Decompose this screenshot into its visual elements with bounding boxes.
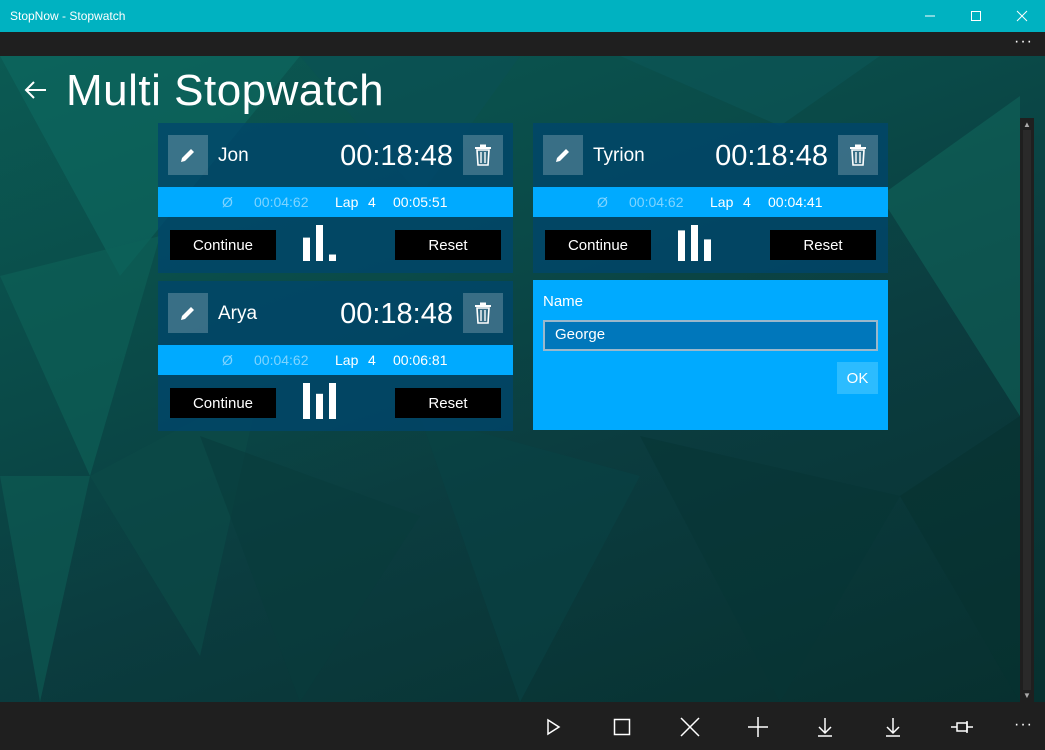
current-lap-time: 00:06:81 (393, 352, 448, 368)
scroll-down-icon[interactable]: ▼ (1023, 691, 1031, 700)
lap-info-bar: Ø 00:04:62 Lap 4 00:05:51 (158, 187, 513, 217)
lap-label: Lap (710, 194, 734, 210)
pencil-icon (181, 149, 194, 162)
add-icon (748, 717, 768, 737)
download-icon (818, 718, 832, 737)
lap-bar (678, 230, 685, 261)
pencil-icon (181, 307, 194, 320)
page-title: Multi Stopwatch (66, 66, 385, 115)
delete-button[interactable] (838, 135, 878, 175)
name-input[interactable]: George (543, 320, 878, 351)
lap-label: Lap (335, 194, 359, 210)
add-stopwatch-button[interactable] (745, 714, 771, 740)
close-icon (680, 717, 700, 737)
lap-chart-icon[interactable] (301, 381, 341, 421)
maximize-icon (971, 11, 981, 21)
page-header: Multi Stopwatch (0, 56, 1020, 122)
maximize-button[interactable] (953, 0, 999, 32)
continue-button[interactable]: Continue (545, 230, 651, 260)
lap-bar (303, 237, 310, 261)
stopwatch-card: Arya 00:18:48 Ø 00:04:62 Lap 4 00:06:81 … (158, 281, 513, 431)
delete-button[interactable] (463, 293, 503, 333)
lap-bar (704, 239, 711, 261)
stop-all-button[interactable] (609, 714, 635, 740)
pin-icon (951, 721, 973, 733)
background-pattern (0, 56, 1020, 702)
trash-icon (475, 144, 491, 166)
pin-button[interactable] (949, 714, 975, 740)
main-content: Multi Stopwatch Jon 00:18:48 Ø 00:04:62 … (0, 56, 1045, 702)
average-icon: Ø (222, 352, 233, 368)
export-button[interactable] (880, 714, 906, 740)
average-lap-time: 00:04:62 (254, 194, 309, 210)
lap-bar (303, 383, 310, 419)
lap-label: Lap (335, 352, 359, 368)
download-icon (886, 718, 900, 737)
rename-panel: Name George OK (533, 280, 888, 430)
trash-icon (850, 144, 866, 166)
lap-number: 4 (743, 194, 751, 210)
close-window-button[interactable] (999, 0, 1045, 32)
minimize-icon (925, 15, 935, 17)
lap-bar (316, 225, 323, 261)
stopwatch-name: Tyrion (593, 145, 645, 166)
card-header: Jon 00:18:48 (158, 123, 513, 187)
lap-bar (691, 225, 698, 261)
average-lap-time: 00:04:62 (629, 194, 684, 210)
lap-number: 4 (368, 352, 376, 368)
scroll-up-icon[interactable]: ▲ (1023, 120, 1031, 129)
vertical-scrollbar[interactable]: ▲ ▼ (1020, 118, 1034, 702)
stopwatch-name: Arya (218, 303, 258, 324)
current-lap-time: 00:04:41 (768, 194, 823, 210)
lap-number: 4 (368, 194, 376, 210)
delete-button[interactable] (463, 135, 503, 175)
window-title: StopNow - Stopwatch (10, 9, 126, 23)
card-header: Tyrion 00:18:48 (533, 123, 888, 187)
stopwatch-time: 00:18:48 (715, 140, 828, 172)
edit-name-button[interactable] (168, 293, 208, 333)
top-command-bar: ··· (0, 32, 1045, 56)
lap-info-bar: Ø 00:04:62 Lap 4 00:04:41 (533, 187, 888, 217)
card-header: Arya 00:18:48 (158, 281, 513, 345)
stop-icon (613, 718, 631, 736)
stopwatch-time: 00:18:48 (340, 298, 453, 330)
name-label: Name (543, 293, 584, 310)
lap-bar (329, 254, 336, 261)
start-button[interactable] (540, 714, 566, 740)
edit-name-button[interactable] (168, 135, 208, 175)
save-button[interactable] (812, 714, 838, 740)
bottom-app-bar: ··· (0, 702, 1045, 750)
reset-button[interactable]: Reset (395, 230, 501, 260)
stopwatch-card: Tyrion 00:18:48 Ø 00:04:62 Lap 4 00:04:4… (533, 123, 888, 273)
reset-button[interactable]: Reset (770, 230, 876, 260)
current-lap-time: 00:05:51 (393, 194, 448, 210)
trash-icon (475, 302, 491, 324)
more-options-button[interactable]: ··· (1014, 34, 1033, 50)
reset-button[interactable]: Reset (395, 388, 501, 418)
edit-name-button[interactable] (543, 135, 583, 175)
lap-chart-icon[interactable] (301, 223, 341, 263)
minimize-button[interactable] (907, 0, 953, 32)
stopwatch-name: Jon (218, 145, 249, 166)
more-options-button[interactable]: ··· (1014, 716, 1033, 734)
lap-info-bar: Ø 00:04:62 Lap 4 00:06:81 (158, 345, 513, 375)
lap-bar (316, 393, 323, 419)
continue-button[interactable]: Continue (170, 388, 276, 418)
pencil-icon (556, 149, 569, 162)
ok-button[interactable]: OK (837, 362, 878, 394)
continue-button[interactable]: Continue (170, 230, 276, 260)
lap-bar (329, 383, 336, 419)
clear-button[interactable] (677, 714, 703, 740)
lap-chart-icon[interactable] (676, 223, 716, 263)
average-lap-time: 00:04:62 (254, 352, 309, 368)
average-icon: Ø (597, 194, 608, 210)
play-icon (547, 718, 561, 736)
close-icon (1016, 10, 1028, 22)
stopwatch-card: Jon 00:18:48 Ø 00:04:62 Lap 4 00:05:51 C… (158, 123, 513, 273)
stopwatch-time: 00:18:48 (340, 140, 453, 172)
scroll-thumb[interactable] (1023, 130, 1031, 690)
title-bar: StopNow - Stopwatch (0, 0, 1045, 32)
back-arrow-icon[interactable] (22, 76, 50, 104)
average-icon: Ø (222, 194, 233, 210)
